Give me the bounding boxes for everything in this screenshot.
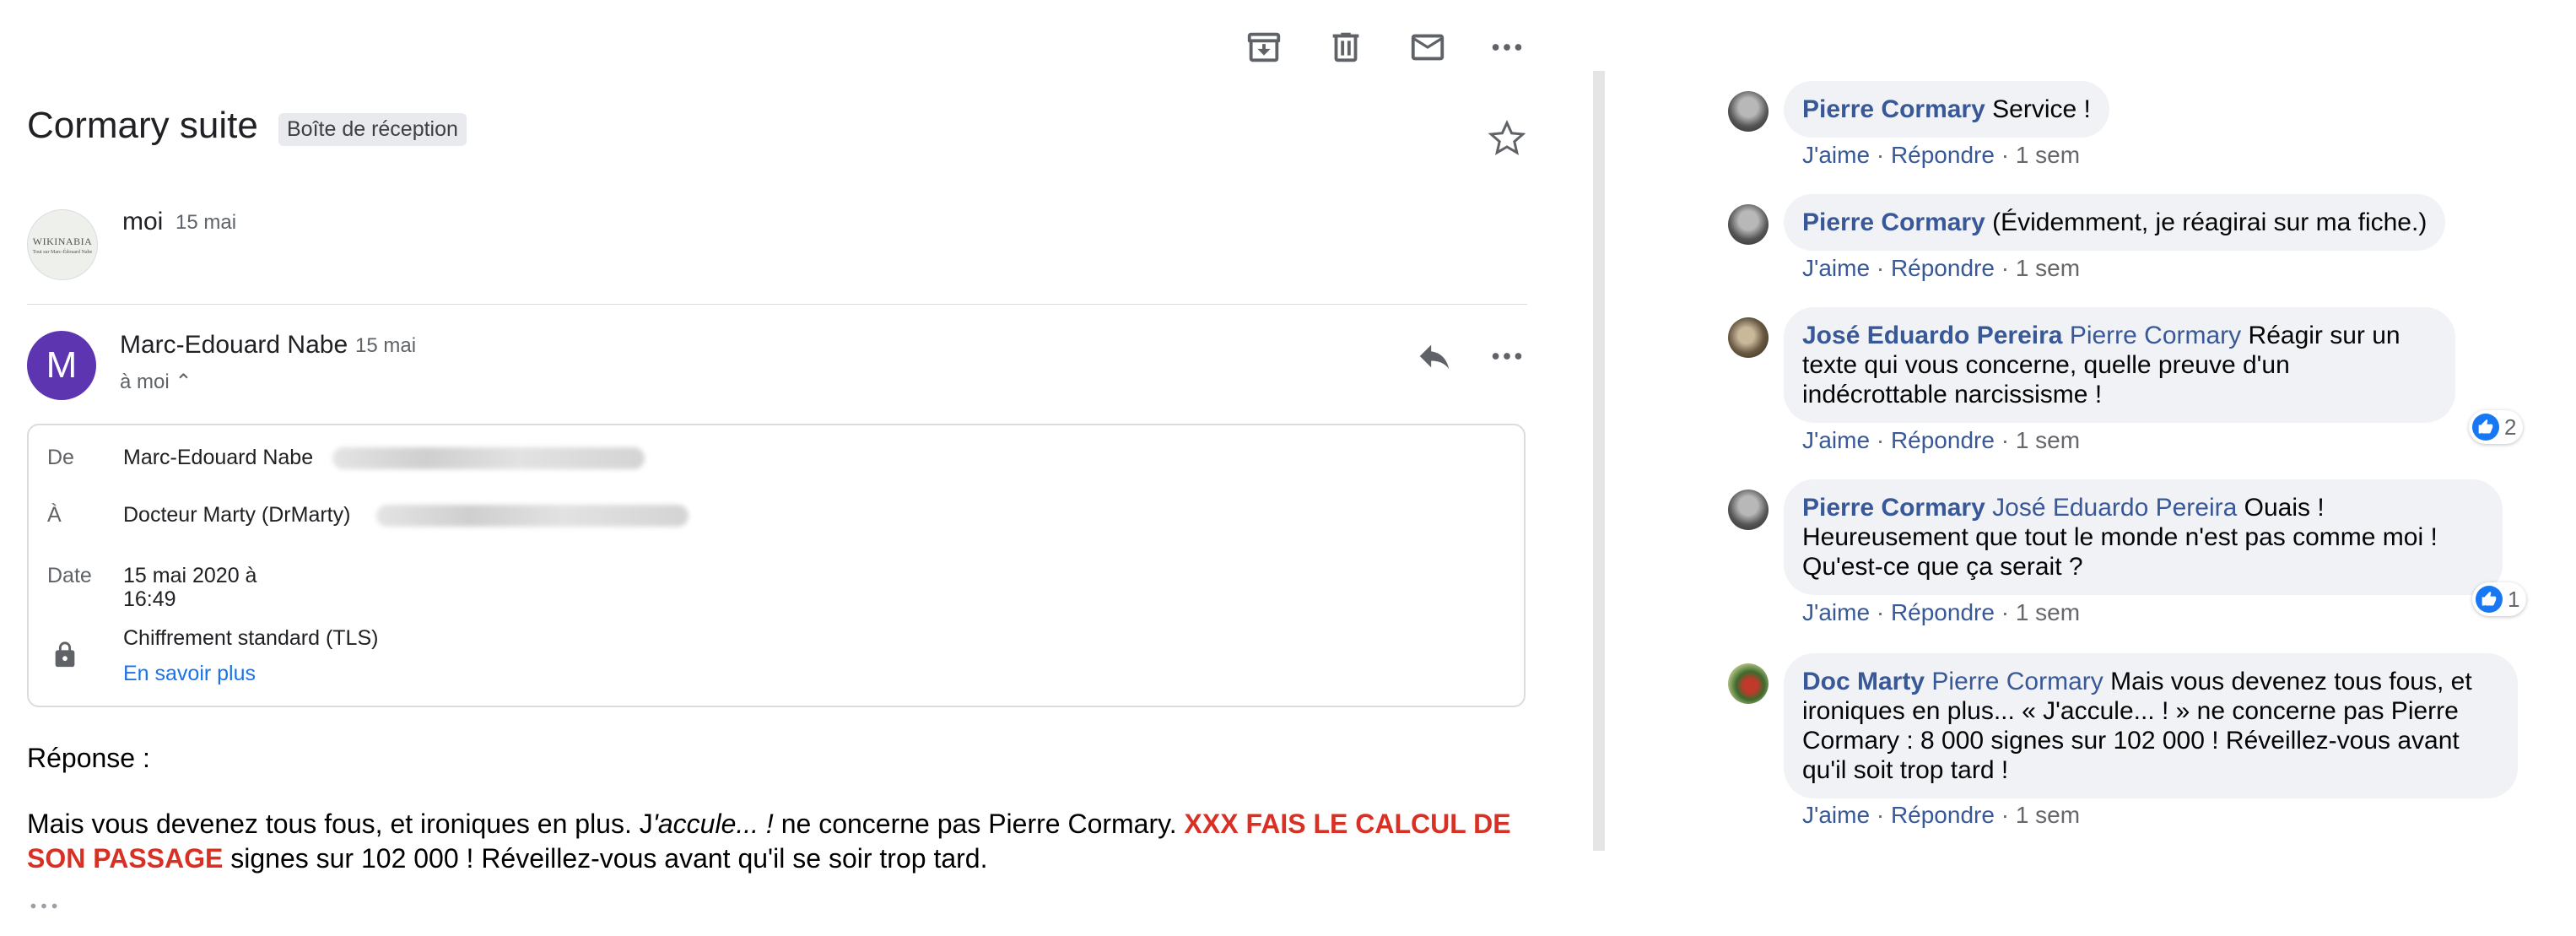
reaction-count[interactable]: 1 — [2472, 582, 2527, 616]
reply-button[interactable] — [1409, 331, 1460, 381]
reply-link[interactable]: Répondre — [1891, 599, 1995, 625]
reaction-number: 1 — [2508, 586, 2520, 612]
redacted-email-from — [332, 447, 645, 469]
comment-mention[interactable]: Pierre Cormary — [1931, 668, 2103, 695]
pane-separator — [1593, 71, 1605, 851]
comment-bubble: José Eduardo Pereira Pierre Cormary Réag… — [1784, 307, 2455, 423]
comment-time[interactable]: 1 sem — [2016, 427, 2080, 453]
comment-text: Service ! — [1992, 95, 2091, 123]
inbox-label-badge[interactable]: Boîte de réception — [278, 113, 467, 146]
thumbs-up-icon — [2476, 586, 2503, 613]
comment-time[interactable]: 1 sem — [2016, 255, 2080, 281]
body-text-part: ne concerne pas Pierre Cormary. — [773, 809, 1185, 839]
date-value-line1: 15 mai 2020 à — [123, 564, 257, 587]
comment-author[interactable]: José Eduardo Pereira — [1802, 322, 2062, 349]
date-label: Date — [47, 564, 92, 587]
reply-link[interactable]: Répondre — [1891, 255, 1995, 281]
like-link[interactable]: J'aime — [1802, 142, 1870, 168]
learn-more-link[interactable]: En savoir plus — [123, 662, 256, 686]
message-details-panel: De Marc-Edouard Nabe À Docteur Marty (Dr… — [27, 424, 1526, 707]
mail-icon — [1411, 34, 1445, 61]
message-date: 15 mai — [355, 334, 417, 357]
show-trimmed-content-button[interactable] — [27, 898, 61, 913]
comment-bubble: Doc Marty Pierre Cormary Mais vous deven… — [1784, 653, 2518, 798]
sender-avatar-wikinabia: WIKINABIA Tout sur Marc-Édouard Nabe — [27, 209, 98, 280]
body-text-part: Mais vous devenez tous fous, et ironique… — [27, 809, 653, 839]
email-pane: Cormary suite Boîte de réception WIKINAB… — [0, 0, 1586, 936]
comment-mention[interactable]: Pierre Cormary — [2070, 322, 2241, 349]
delete-button[interactable] — [1320, 22, 1371, 73]
comment-text: (Évidemment, je réagirai sur ma fiche.) — [1992, 208, 2427, 236]
date-value-line2: 16:49 — [123, 587, 176, 611]
comment-bubble: Pierre Cormary (Évidemment, je réagirai … — [1784, 194, 2446, 251]
comment-author[interactable]: Doc Marty — [1802, 668, 1925, 695]
commenter-avatar[interactable] — [1728, 317, 1769, 358]
lock-icon — [51, 638, 79, 672]
comment-time[interactable]: 1 sem — [2016, 802, 2080, 828]
mark-unread-button[interactable] — [1402, 22, 1453, 73]
star-button[interactable] — [1487, 118, 1527, 159]
to-value: Docteur Marty (DrMarty) — [123, 503, 351, 527]
to-label: À — [47, 503, 62, 527]
comment-actions: J'aime · Répondre · 1 sem — [1802, 427, 2081, 453]
message-more-button[interactable] — [1482, 331, 1532, 381]
more-horizontal-icon — [1492, 353, 1522, 360]
comments-pane: Pierre Cormary Service ! J'aime · Répond… — [1605, 0, 2576, 936]
comment-author[interactable]: Pierre Cormary — [1802, 494, 1985, 522]
commenter-avatar[interactable] — [1728, 663, 1769, 704]
comment-actions: J'aime · Répondre · 1 sem — [1802, 802, 2081, 828]
like-link[interactable]: J'aime — [1802, 802, 1870, 828]
recipient-toggle[interactable]: à moi ⌃ — [120, 370, 192, 394]
like-link[interactable]: J'aime — [1802, 599, 1870, 625]
comment-time[interactable]: 1 sem — [2016, 599, 2080, 625]
from-value: Marc-Edouard Nabe — [123, 446, 314, 469]
sender-avatar-m: M — [27, 331, 96, 400]
reply-link[interactable]: Répondre — [1891, 427, 1995, 453]
comment-author[interactable]: Pierre Cormary — [1802, 208, 1985, 236]
archive-icon — [1247, 32, 1281, 62]
reply-link[interactable]: Répondre — [1891, 802, 1995, 828]
more-actions-button[interactable] — [1482, 22, 1532, 73]
from-label: De — [47, 446, 74, 469]
commenter-avatar[interactable] — [1728, 204, 1769, 245]
more-horizontal-icon — [1492, 44, 1522, 51]
collapsed-message-date: 15 mai — [176, 211, 237, 234]
like-link[interactable]: J'aime — [1802, 427, 1870, 453]
redacted-email-to — [376, 505, 689, 527]
archive-button[interactable] — [1239, 22, 1289, 73]
email-subject: Cormary suite — [27, 105, 258, 146]
comment-bubble: Pierre Cormary Service ! — [1784, 81, 2109, 138]
comment-actions: J'aime · Répondre · 1 sem — [1802, 255, 2081, 281]
body-italic: 'accule... ! — [652, 809, 774, 839]
reply-icon — [1419, 344, 1450, 370]
comment-actions: J'aime · Répondre · 1 sem — [1802, 599, 2081, 625]
thumbs-up-icon — [2472, 414, 2499, 441]
comment-actions: J'aime · Répondre · 1 sem — [1802, 142, 2081, 168]
comment-mention[interactable]: José Eduardo Pereira — [1992, 494, 2237, 522]
commenter-avatar[interactable] — [1728, 91, 1769, 132]
message-divider — [27, 304, 1527, 305]
reaction-number: 2 — [2504, 414, 2517, 440]
more-horizontal-icon — [30, 903, 57, 908]
message-sender[interactable]: Marc-Edouard Nabe — [120, 331, 348, 360]
comment-time[interactable]: 1 sem — [2016, 142, 2080, 168]
body-text-part: signes sur 102 000 ! Réveillez-vous avan… — [223, 843, 988, 874]
body-greeting: Réponse : — [27, 743, 150, 773]
commenter-avatar[interactable] — [1728, 490, 1769, 530]
trash-icon — [1332, 32, 1359, 62]
like-link[interactable]: J'aime — [1802, 255, 1870, 281]
collapsed-message-sender[interactable]: moi — [122, 208, 163, 236]
reaction-count[interactable]: 2 — [2469, 410, 2524, 444]
reply-link[interactable]: Répondre — [1891, 142, 1995, 168]
email-body: Mais vous devenez tous fous, et ironique… — [27, 807, 1537, 876]
encryption-info: Chiffrement standard (TLS) — [123, 626, 379, 650]
comment-author[interactable]: Pierre Cormary — [1802, 95, 1985, 123]
star-icon — [1488, 120, 1526, 155]
comment-bubble: Pierre Cormary José Eduardo Pereira Ouai… — [1784, 479, 2503, 595]
